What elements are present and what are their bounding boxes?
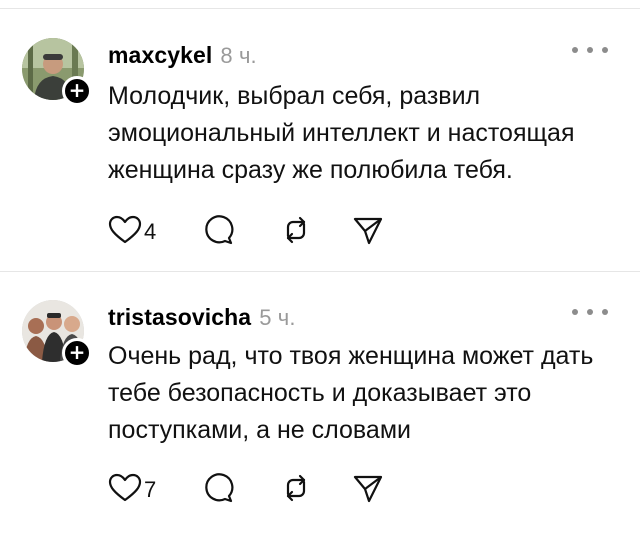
comment-text: Очень рад, что твоя женщина может дать т… xyxy=(108,342,594,444)
comment-post: + maxcykel 8 ч. Молодчик, выбрал себя, ра… xyxy=(0,38,640,268)
top-divider xyxy=(0,8,640,9)
follow-plus-button[interactable]: + xyxy=(62,338,92,368)
avatar-container[interactable]: + xyxy=(22,38,92,106)
comment-icon xyxy=(202,472,234,509)
timestamp: 5 ч. xyxy=(259,305,296,330)
repost-icon xyxy=(280,472,312,509)
like-count: 4 xyxy=(144,219,157,244)
share-icon xyxy=(352,214,384,251)
reply-button[interactable] xyxy=(202,212,234,252)
username[interactable]: tristasovicha xyxy=(108,304,251,330)
username-row: tristasovicha 5 ч. xyxy=(108,304,296,331)
like-button[interactable]: 4 xyxy=(108,212,156,252)
share-button[interactable] xyxy=(352,212,384,252)
repost-button[interactable] xyxy=(280,470,312,510)
username[interactable]: maxcykel xyxy=(108,42,212,68)
comment-post: + tristasovicha 5 ч. Очень рад, что твоя … xyxy=(0,300,640,530)
more-options-icon[interactable] xyxy=(572,44,610,56)
comment-icon xyxy=(202,214,234,251)
like-count: 7 xyxy=(144,477,157,502)
username-row: maxcykel 8 ч. xyxy=(108,42,257,69)
heart-icon xyxy=(108,215,142,250)
more-options-icon[interactable] xyxy=(572,306,610,318)
share-button[interactable] xyxy=(352,470,384,510)
comment-text: Молодчик, выбрал себя, развил эмоциональ… xyxy=(108,82,575,184)
repost-button[interactable] xyxy=(280,212,312,252)
share-icon xyxy=(352,472,384,509)
follow-plus-button[interactable]: + xyxy=(62,76,92,106)
avatar-container[interactable]: + xyxy=(22,300,92,368)
repost-icon xyxy=(280,214,312,251)
like-button[interactable]: 7 xyxy=(108,470,156,510)
heart-icon xyxy=(108,473,142,508)
reply-button[interactable] xyxy=(202,470,234,510)
post-divider xyxy=(0,271,640,272)
timestamp: 8 ч. xyxy=(220,43,257,68)
